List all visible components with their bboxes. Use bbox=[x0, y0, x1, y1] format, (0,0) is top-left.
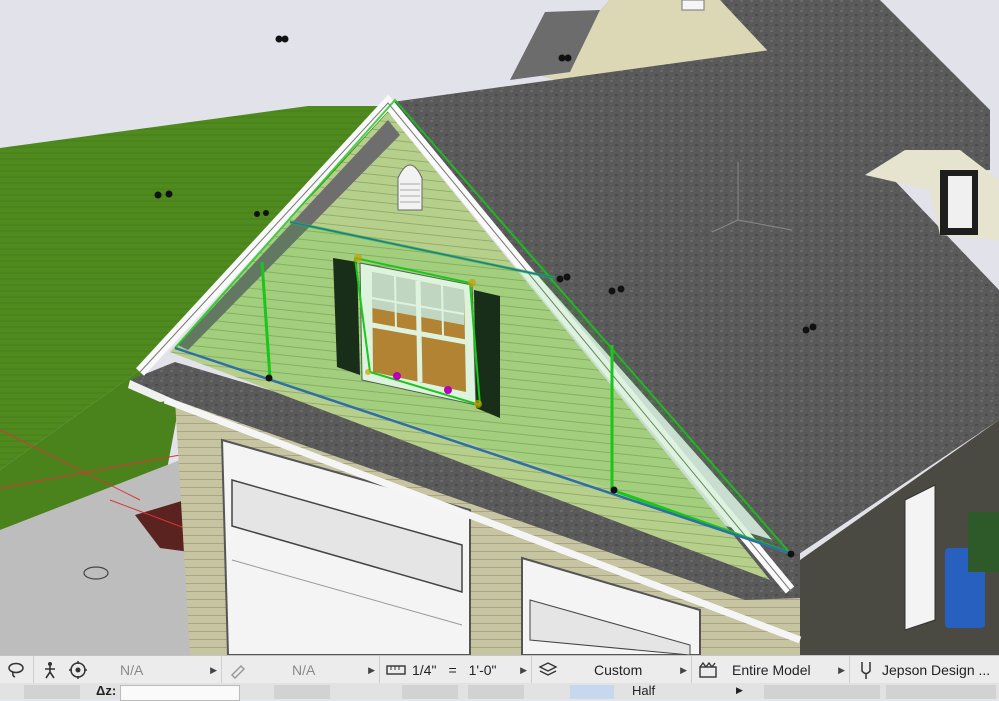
info-box-toolbar: Δz: Half ▶ bbox=[0, 683, 999, 701]
model-view-field[interactable]: Entire Model ▶ bbox=[692, 656, 850, 684]
toolbar-button-1[interactable] bbox=[24, 685, 80, 699]
axis-z-label: z bbox=[735, 147, 741, 161]
axis-y-label: y bbox=[795, 222, 801, 236]
pen-value: N/A bbox=[292, 662, 316, 678]
pen-set-field[interactable]: Jepson Design ... bbox=[850, 656, 999, 684]
dz-label: Δz: bbox=[96, 683, 117, 698]
pen-field[interactable]: N/A ▶ bbox=[222, 656, 380, 684]
side-window-glass bbox=[948, 176, 972, 228]
pen-set-value: Jepson Design ... bbox=[882, 662, 991, 678]
pen-arrow-icon: ▶ bbox=[368, 664, 375, 675]
lasso-icon bbox=[6, 660, 26, 680]
layer-arrow-icon: ▶ bbox=[210, 664, 217, 675]
layer-field[interactable]: N/A ▶ bbox=[62, 656, 222, 684]
walk-tool[interactable] bbox=[34, 656, 62, 684]
model-view-value: Entire Model bbox=[732, 662, 811, 678]
scale-equals: = bbox=[448, 662, 457, 678]
trash-bin-green bbox=[968, 512, 999, 572]
layer-value: N/A bbox=[120, 662, 144, 678]
half-arrow-icon[interactable]: ▶ bbox=[736, 685, 743, 696]
check-button[interactable] bbox=[570, 685, 614, 699]
lasso-tool[interactable] bbox=[0, 656, 34, 684]
scale-field[interactable]: 1/4" = 1'-0" ▶ bbox=[380, 656, 532, 684]
attic-vent bbox=[397, 164, 423, 211]
rear-vent bbox=[681, 0, 705, 11]
walk-icon bbox=[40, 660, 60, 680]
arrow-tool-button[interactable] bbox=[274, 685, 330, 699]
model-view-arrow-icon: ▶ bbox=[838, 664, 845, 675]
navigator-icon bbox=[68, 660, 88, 680]
3d-viewport[interactable]: z x y bbox=[0, 0, 999, 655]
layers-icon bbox=[538, 660, 558, 680]
model-view-icon bbox=[698, 660, 718, 680]
layer-combination-field[interactable]: Custom ▶ bbox=[532, 656, 692, 684]
toolbar-button-6[interactable] bbox=[764, 685, 880, 699]
half-label: Half bbox=[632, 683, 656, 698]
scale-arrow-icon: ▶ bbox=[520, 664, 527, 675]
axis-x-label: x bbox=[701, 225, 707, 239]
toolbar-button-7[interactable] bbox=[886, 685, 996, 699]
side-door bbox=[904, 484, 936, 631]
pen-set-icon bbox=[856, 660, 876, 680]
scale-right: 1'-0" bbox=[468, 662, 497, 678]
status-bar: N/A ▶ N/A ▶ 1/4" = 1'-0" ▶ Custom ▶ Enti… bbox=[0, 655, 999, 684]
toolbar-button-3[interactable] bbox=[402, 685, 458, 699]
toolbar-button-4[interactable] bbox=[468, 685, 524, 699]
3d-scene[interactable]: z x y bbox=[0, 0, 999, 655]
pen-icon bbox=[228, 660, 248, 680]
layer-combination-arrow-icon: ▶ bbox=[680, 664, 687, 675]
layer-combination-value: Custom bbox=[594, 662, 643, 678]
ruler-icon bbox=[386, 660, 406, 680]
scale-left: 1/4" bbox=[412, 662, 437, 678]
